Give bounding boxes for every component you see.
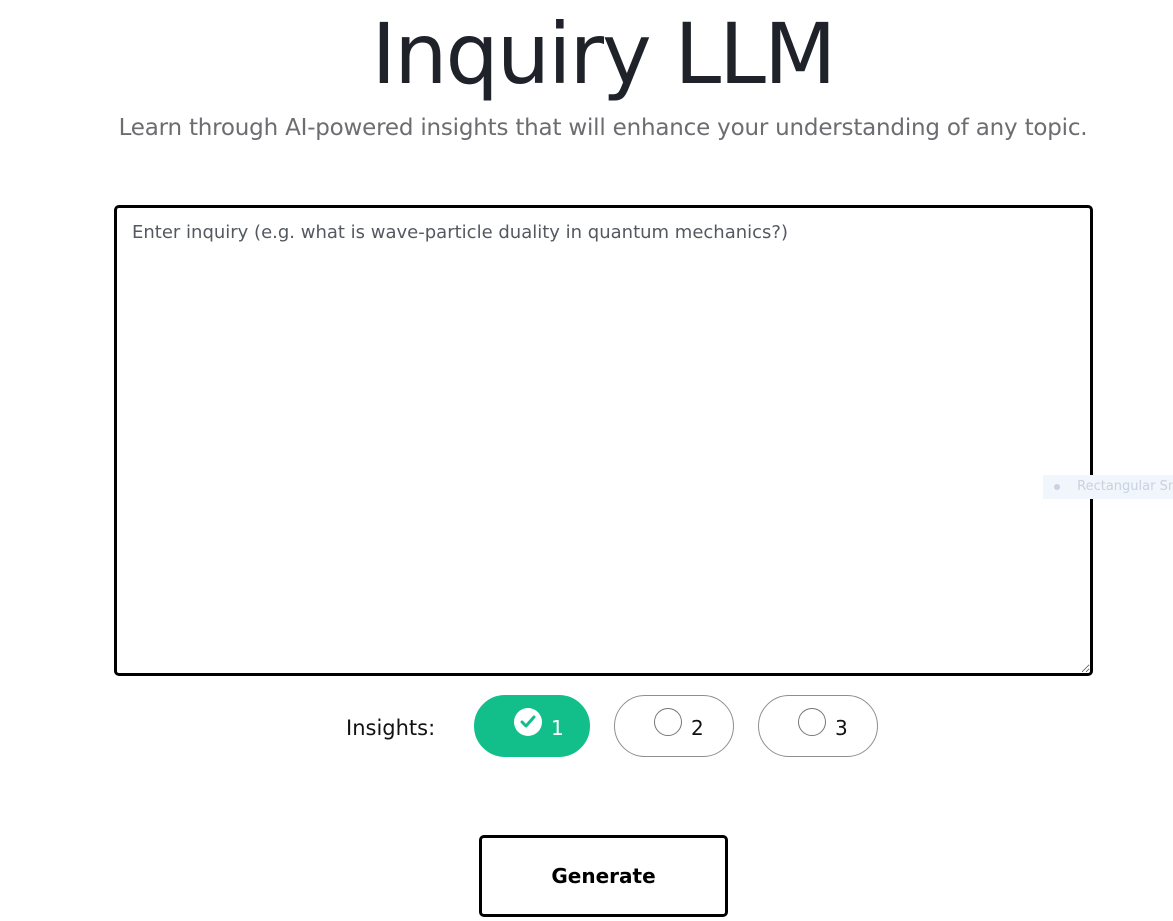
floating-shape-label-text: Rectangular Sn [1077,479,1173,494]
insights-label: Insights: [346,716,436,740]
page-subtitle: Learn through AI-powered insights that w… [118,115,1088,141]
dot-icon [1054,483,1060,490]
check-icon [514,708,542,736]
empty-radio-icon [798,708,826,736]
insight-option-label: 1 [551,716,564,740]
insight-option-3[interactable]: 3 [758,695,878,757]
floating-shape-label: Rectangular Sn [1043,475,1173,499]
inquiry-field-wrapper [114,205,1093,676]
page-title: Inquiry LLM [371,5,837,103]
empty-radio-icon [654,708,682,736]
insight-option-1[interactable]: 1 [474,695,590,757]
insight-option-label: 2 [691,716,704,740]
inquiry-app: Inquiry LLM Learn through AI-powered ins… [0,0,1173,921]
generate-button[interactable]: Generate [479,835,728,917]
insight-option-2[interactable]: 2 [614,695,734,757]
inquiry-textarea[interactable] [114,205,1093,676]
insight-option-label: 3 [835,716,848,740]
